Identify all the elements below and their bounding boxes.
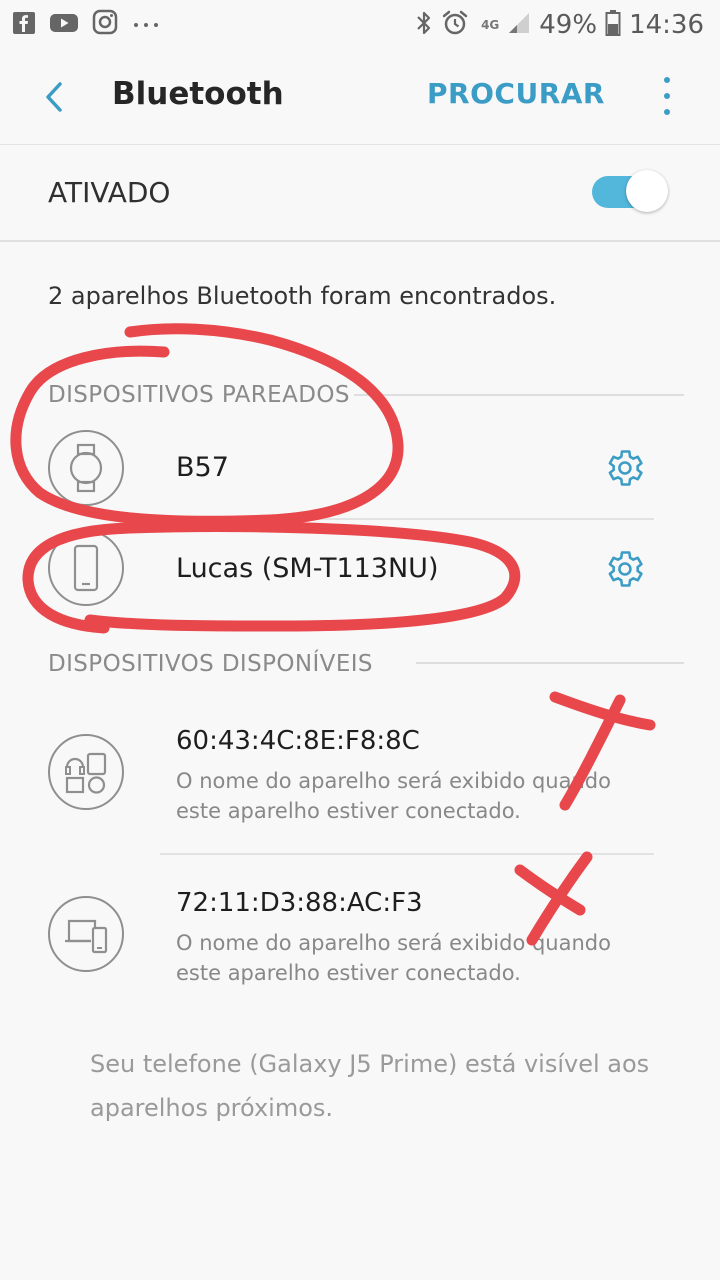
paired-section-divider [354, 394, 684, 396]
more-dot [664, 93, 670, 99]
paired-section-header: DISPOSITIVOS PAREADOS [48, 382, 350, 408]
device-divider [160, 853, 654, 855]
youtube-icon [49, 9, 79, 42]
smartwatch-icon [48, 430, 124, 506]
visibility-notice: Seu telefone (Galaxy J5 Prime) está visí… [90, 1050, 650, 1122]
back-arrow-icon [46, 82, 62, 112]
back-button[interactable] [36, 72, 76, 122]
battery-icon [605, 9, 621, 42]
more-options-button[interactable] [660, 77, 674, 115]
gear-icon[interactable] [602, 547, 646, 591]
phone-icon [48, 530, 124, 606]
battery-percent: 49% [539, 10, 598, 40]
instagram-icon [92, 9, 118, 42]
multi-device-icon [48, 734, 124, 810]
switch-knob [626, 170, 668, 212]
network-type-label: 4G [481, 18, 500, 32]
more-dot [664, 77, 670, 83]
tablet-phone-icon [48, 896, 124, 972]
device-name: B57 [176, 452, 229, 483]
available-section-divider [416, 662, 684, 664]
available-device-2[interactable]: 72:11:D3:88:AC:F3 O nome do aparelho ser… [0, 862, 720, 1012]
status-right: 4G 49% 14:36 [415, 9, 720, 42]
page-title: Bluetooth [112, 76, 284, 112]
found-devices-text: 2 aparelhos Bluetooth foram encontrados. [48, 282, 557, 310]
bluetooth-state-label: ATIVADO [48, 176, 171, 209]
available-section-header: DISPOSITIVOS DISPONÍVEIS [48, 651, 373, 677]
signal-icon [507, 11, 531, 40]
bluetooth-toggle-row[interactable]: ATIVADO [0, 144, 720, 242]
paired-device-b57[interactable]: B57 [0, 420, 720, 516]
status-bar: 4G 49% 14:36 [0, 0, 720, 50]
device-name: 60:43:4C:8E:F8:8C [176, 726, 420, 756]
device-name: Lucas (SM-T113NU) [176, 553, 439, 584]
clock: 14:36 [629, 10, 704, 40]
bluetooth-status-icon [415, 10, 433, 41]
bluetooth-switch[interactable] [592, 170, 668, 212]
status-left [0, 9, 161, 42]
more-dot [664, 109, 670, 115]
app-bar: Bluetooth PROCURAR [0, 50, 720, 145]
alarm-icon [441, 9, 469, 42]
gear-icon[interactable] [602, 446, 646, 490]
device-name: 72:11:D3:88:AC:F3 [176, 888, 423, 918]
device-description: O nome do aparelho será exibido quando e… [176, 931, 611, 985]
available-device-1[interactable]: 60:43:4C:8E:F8:8C O nome do aparelho ser… [0, 700, 720, 850]
device-description: O nome do aparelho será exibido quando e… [176, 769, 611, 823]
paired-device-lucas[interactable]: Lucas (SM-T113NU) [0, 520, 720, 616]
more-notifications-icon [131, 9, 161, 42]
facebook-icon [12, 9, 36, 42]
scan-button[interactable]: PROCURAR [427, 77, 605, 110]
